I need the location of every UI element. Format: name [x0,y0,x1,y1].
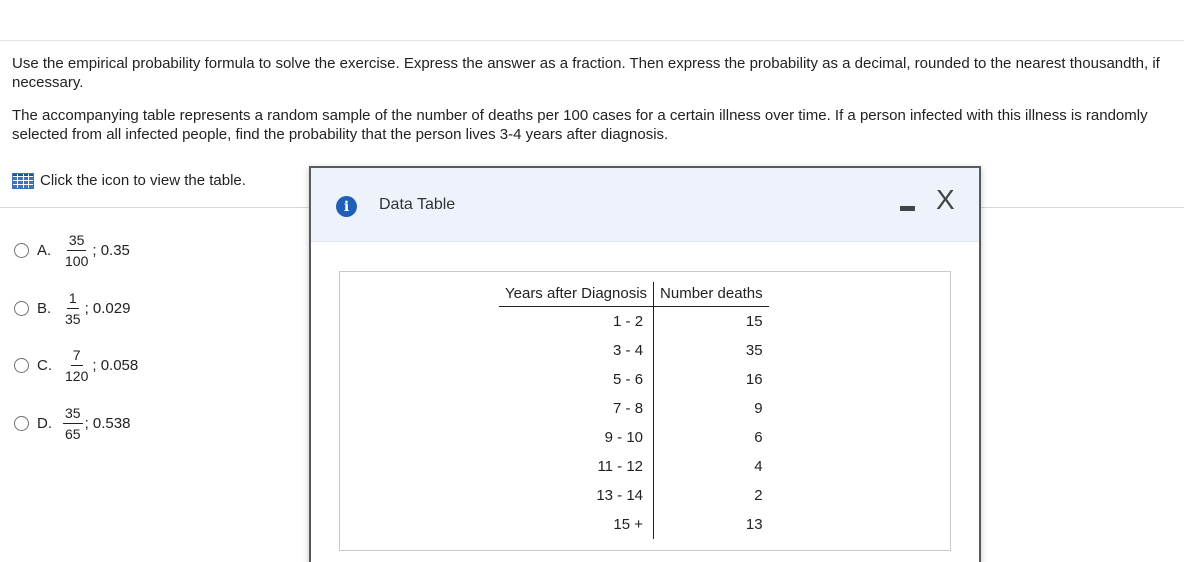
dialog-title: Data Table [379,196,456,213]
years-cell: 3 - 4 [499,335,655,365]
table-row: 5 - 6 16 [499,364,769,394]
fraction-denominator: 65 [65,426,81,442]
option-decimal: ; 0.058 [92,357,139,374]
option-decimal: ; 0.35 [92,242,130,259]
dialog-header[interactable]: i Data Table X [311,168,979,242]
problem-text: The accompanying table represents a rand… [12,107,1148,143]
top-divider [0,40,1184,41]
option-a[interactable]: A. 35 100 ; 0.35 [14,232,130,269]
years-cell: 5 - 6 [499,364,655,394]
fraction-numerator: 35 [63,405,83,424]
view-table-link[interactable]: Click the icon to view the table. [12,172,246,189]
deaths-cell: 2 [754,486,763,504]
question-text: Use the empirical probability formula to… [12,54,1177,158]
table-row: 13 - 14 2 [499,480,769,510]
view-table-label[interactable]: Click the icon to view the table. [40,172,246,189]
option-fraction: 7 120 [63,347,90,384]
option-decimal: ; 0.538 [84,415,131,432]
close-icon[interactable]: X [936,186,955,214]
radio-d[interactable] [14,416,29,431]
fraction-numerator: 1 [66,290,79,309]
table-grid-icon[interactable] [12,172,34,189]
table-row: 15 + 13 [499,509,769,539]
radio-a[interactable] [14,243,29,258]
option-c[interactable]: C. 7 120 ; 0.058 [14,347,138,384]
deaths-cell: 9 [754,399,763,417]
deaths-cell: 16 [745,370,763,388]
radio-c[interactable] [14,358,29,373]
option-decimal: ; 0.029 [84,300,131,317]
fraction-denominator: 120 [65,368,89,384]
col-header-deaths: Number deaths [653,282,769,307]
fraction-denominator: 35 [65,311,81,327]
years-cell: 7 - 8 [499,393,655,423]
option-letter: C. [37,357,52,374]
years-cell: 11 - 12 [499,451,655,481]
years-cell: 13 - 14 [499,480,655,510]
table-row: 1 - 2 15 [499,306,769,336]
option-letter: A. [37,242,52,259]
fraction-numerator: 7 [70,347,83,366]
table-row: 9 - 10 6 [499,422,769,452]
option-letter: B. [37,300,52,317]
table-row: 11 - 12 4 [499,451,769,481]
fraction-denominator: 100 [65,253,89,269]
minimize-icon[interactable] [900,206,915,211]
deaths-cell: 15 [745,312,763,330]
deaths-table: Years after Diagnosis Number deaths 1 - … [499,282,769,539]
radio-b[interactable] [14,301,29,316]
deaths-cell: 13 [745,515,763,533]
table-frame: Years after Diagnosis Number deaths 1 - … [339,271,951,551]
deaths-cell: 6 [754,428,763,446]
page: Use the empirical probability formula to… [0,0,1184,562]
deaths-cell: 35 [745,341,763,359]
deaths-cell: 4 [754,457,763,475]
info-icon: i [336,196,357,217]
col-header-years: Years after Diagnosis [499,282,655,307]
option-fraction: 1 35 [63,290,83,327]
option-d[interactable]: D. 35 65 ; 0.538 [14,405,130,442]
years-cell: 1 - 2 [499,306,655,336]
instruction-text: Use the empirical probability formula to… [12,55,1160,91]
option-fraction: 35 65 [63,405,83,442]
years-cell: 15 + [499,509,655,539]
option-b[interactable]: B. 1 35 ; 0.029 [14,290,130,327]
option-fraction: 35 100 [63,232,90,269]
table-row: 7 - 8 9 [499,393,769,423]
option-letter: D. [37,415,52,432]
table-header-row: Years after Diagnosis Number deaths [499,282,769,307]
data-table-dialog[interactable]: i Data Table X Years after Diagnosis Num… [309,166,981,562]
years-cell: 9 - 10 [499,422,655,452]
table-row: 3 - 4 35 [499,335,769,365]
fraction-numerator: 35 [66,232,87,251]
